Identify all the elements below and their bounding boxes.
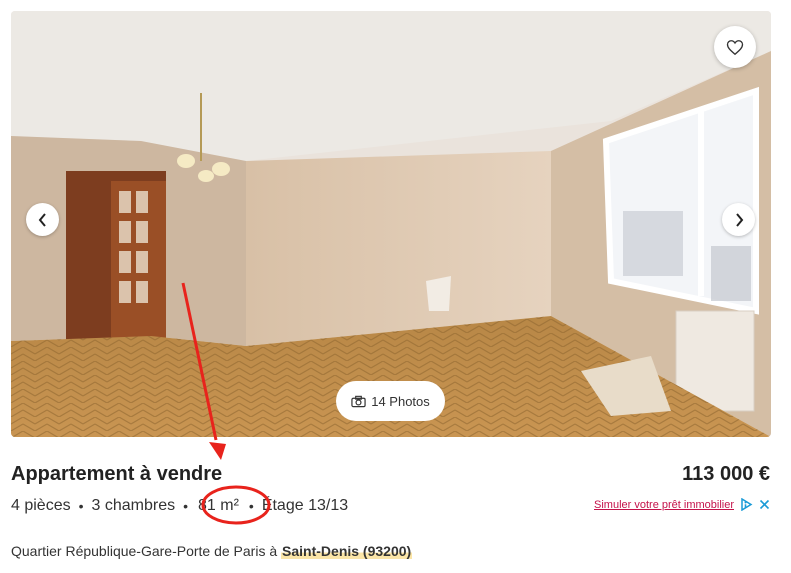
photos-count-label: 14 Photos — [371, 393, 430, 409]
address-city: Saint-Denis (93200) — [281, 543, 413, 559]
previous-photo-button[interactable] — [26, 203, 59, 236]
loan-simulator-link[interactable]: Simuler votre prêt immobilier — [594, 499, 734, 511]
listing-address: Quartier République-Gare-Porte de Paris … — [11, 543, 413, 559]
next-photo-button[interactable] — [722, 203, 755, 236]
listing-features: 4 pièces • 3 chambres • 81 m² • Étage 13… — [11, 495, 348, 517]
annotation-arrowhead — [209, 442, 226, 460]
feature-separator: • — [78, 498, 84, 514]
photos-count-button[interactable]: 14 Photos — [336, 381, 445, 421]
bedrooms-count: 3 chambres — [91, 497, 176, 514]
room-photo — [11, 11, 771, 437]
favorite-button[interactable] — [714, 26, 756, 68]
loan-ad: Simuler votre prêt immobilier — [594, 498, 770, 511]
chevron-right-icon — [735, 212, 743, 227]
listing-photo[interactable]: 14 Photos — [11, 11, 771, 437]
heart-icon — [726, 39, 744, 55]
camera-icon — [351, 395, 366, 407]
close-icon[interactable] — [759, 499, 770, 510]
rooms-count: 4 pièces — [11, 497, 71, 514]
surface-area: 81 m² — [198, 497, 239, 514]
adchoices-icon[interactable] — [740, 498, 753, 511]
chevron-left-icon — [38, 212, 46, 227]
listing-price: 113 000 € — [682, 463, 770, 485]
address-neighborhood: Quartier République-Gare-Porte de Paris … — [11, 543, 282, 559]
listing-title: Appartement à vendre — [11, 463, 223, 485]
feature-separator: • — [183, 498, 188, 514]
floor-level: Étage 13/13 — [261, 497, 349, 514]
feature-separator: • — [248, 498, 254, 514]
